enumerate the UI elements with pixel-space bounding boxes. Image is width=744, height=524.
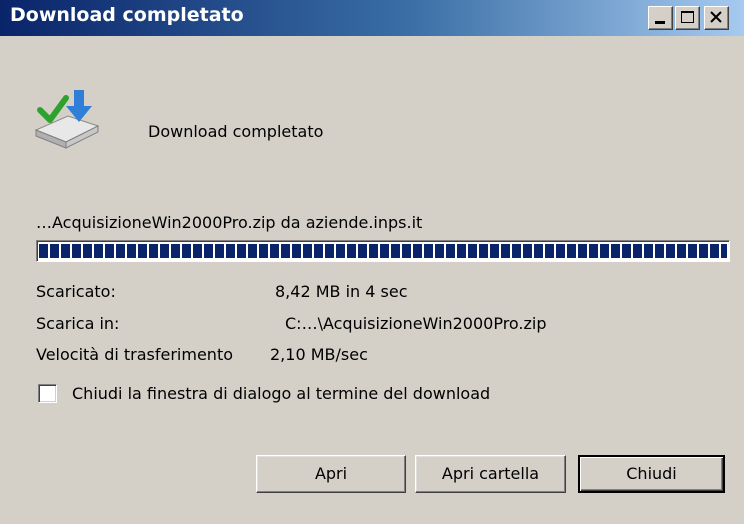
minimize-icon	[655, 21, 665, 24]
close-on-complete-label[interactable]: Chiudi la finestra di dialogo al termine…	[72, 384, 490, 403]
close-on-complete-checkbox[interactable]	[38, 384, 57, 403]
title-bar[interactable]: Download completato	[0, 0, 744, 36]
open-button[interactable]: Apri	[256, 455, 406, 493]
open-folder-button[interactable]: Apri cartella	[415, 455, 566, 493]
maximize-icon	[681, 11, 694, 23]
download-complete-icon	[30, 88, 104, 156]
progress-fill	[39, 244, 727, 258]
window-title: Download completato	[10, 4, 244, 26]
maximize-button[interactable]	[675, 6, 700, 30]
downloaded-value: 8,42 MB in 4 sec	[275, 282, 408, 301]
header-message: Download completato	[148, 122, 324, 141]
speed-value: 2,10 MB/sec	[270, 345, 368, 364]
downloaded-label: Scaricato:	[36, 282, 116, 301]
download-progress-bar	[36, 240, 730, 262]
save-to-label: Scarica in:	[36, 314, 120, 333]
close-button[interactable]: Chiudi	[578, 455, 725, 493]
close-window-button[interactable]	[704, 6, 729, 30]
save-to-value: C:…\AcquisizioneWin2000Pro.zip	[285, 314, 547, 333]
minimize-button[interactable]	[648, 6, 673, 30]
file-source-line: …AcquisizioneWin2000Pro.zip da aziende.i…	[36, 213, 423, 232]
close-icon	[710, 11, 722, 23]
speed-label: Velocità di trasferimento	[36, 345, 233, 364]
